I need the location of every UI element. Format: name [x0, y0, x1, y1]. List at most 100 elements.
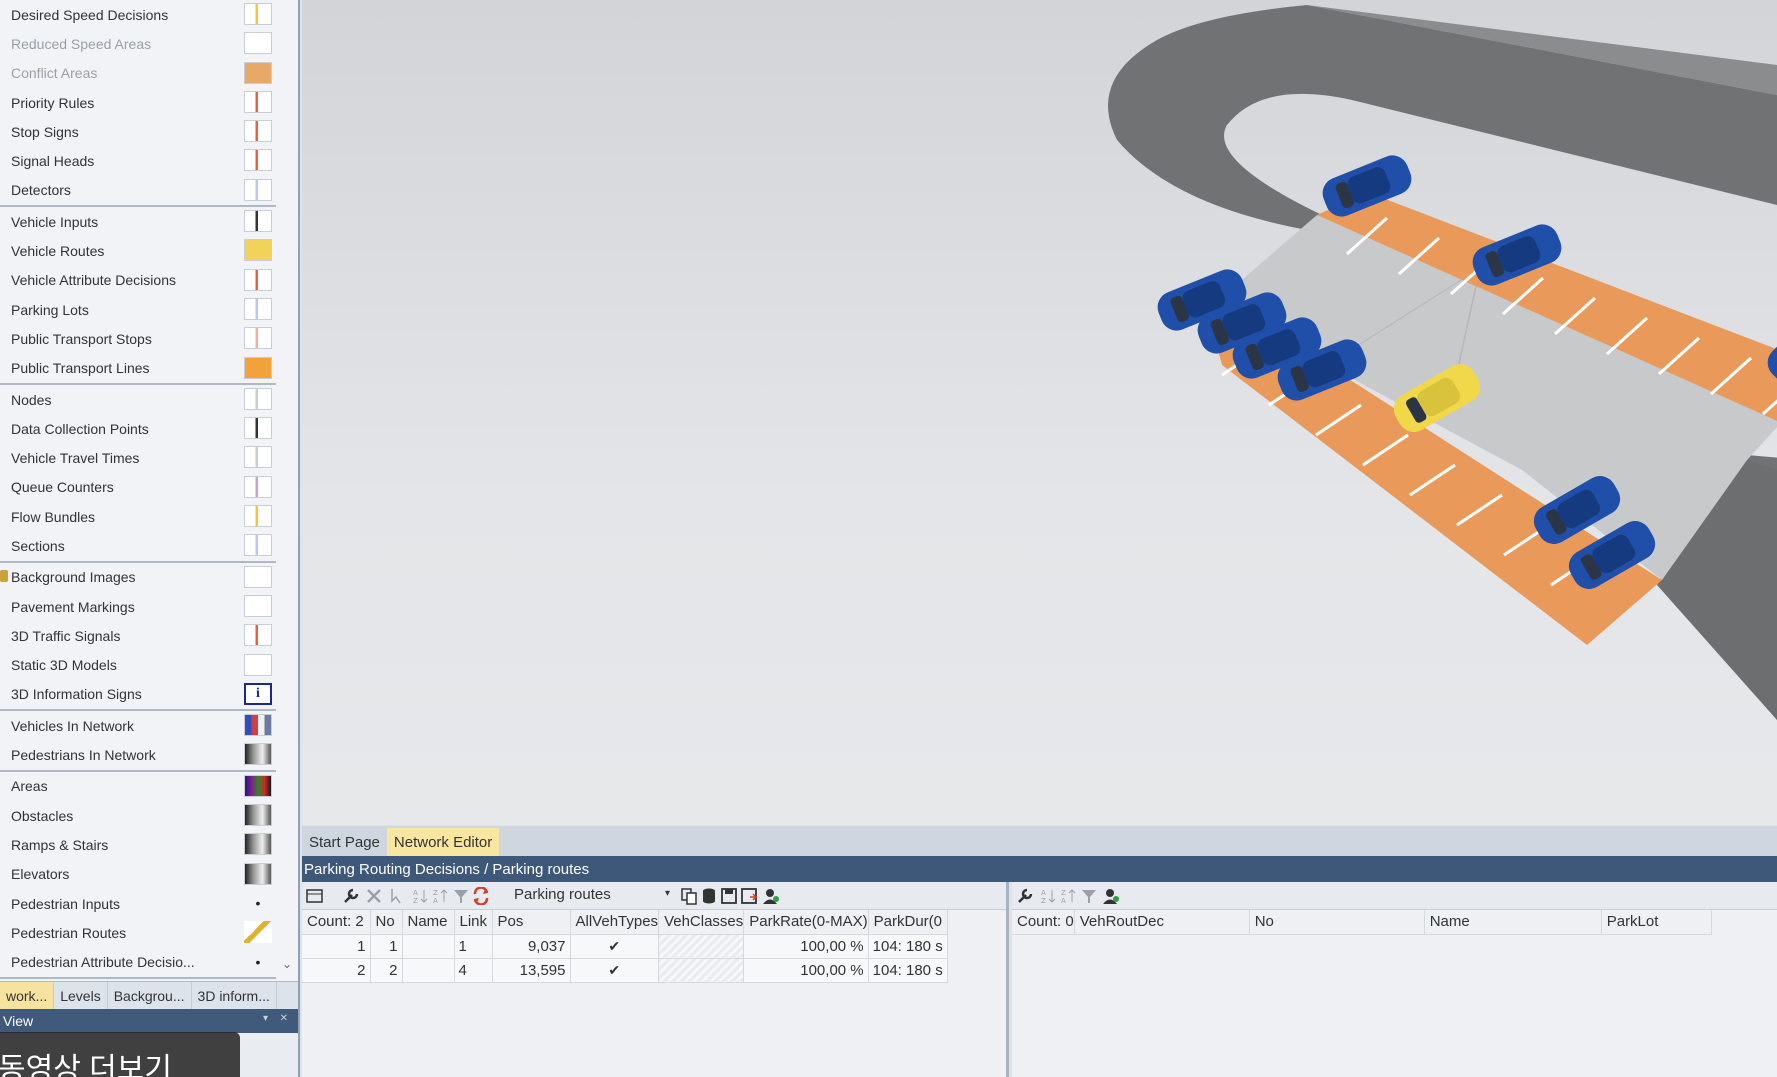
pin-icon[interactable]: ▾	[263, 1013, 268, 1024]
column-header[interactable]: Name	[402, 910, 455, 935]
color-swatch[interactable]	[244, 178, 272, 201]
wrench-icon[interactable]	[342, 887, 360, 905]
table-cell[interactable]: 1	[370, 934, 403, 959]
list-item[interactable]: Parking Lots	[0, 295, 276, 324]
list-item[interactable]: Flow Bundles	[0, 502, 276, 531]
color-swatch[interactable]	[244, 774, 272, 797]
sort-ascending-icon[interactable]: AZ	[1040, 887, 1058, 905]
column-header[interactable]: Count: 0	[1012, 910, 1075, 935]
column-header[interactable]: No	[1249, 910, 1425, 935]
list-item[interactable]: Public Transport Lines	[0, 354, 276, 383]
list-item[interactable]: Sections	[0, 531, 276, 560]
column-header[interactable]: Pos	[492, 910, 571, 935]
list-item[interactable]: Vehicle Travel Times	[0, 443, 276, 472]
table-cell[interactable]: ✔	[570, 934, 660, 959]
tab-network-editor[interactable]: Network Editor	[386, 828, 500, 856]
table-cell[interactable]: 100,00 %	[743, 934, 869, 959]
dot-icon[interactable]: •	[244, 951, 272, 973]
3d-scene[interactable]	[302, 0, 1777, 825]
sort-descending-icon[interactable]: ZA	[432, 887, 450, 905]
list-item[interactable]: Public Transport Stops	[0, 324, 276, 353]
color-swatch[interactable]	[244, 3, 272, 25]
table-cell[interactable]: 2	[302, 958, 371, 983]
list-item[interactable]: Vehicle Routes	[0, 236, 276, 265]
color-swatch[interactable]	[244, 594, 272, 617]
list-item[interactable]: Pedestrian Attribute Decisio... •	[0, 948, 276, 977]
color-swatch[interactable]	[244, 387, 272, 410]
table-row[interactable]: 2 2 4 13,595 ✔ 100,00 % 104: 180 s	[302, 958, 948, 983]
list-item[interactable]: Nodes	[0, 385, 276, 414]
table-cell[interactable]: 9,037	[492, 934, 571, 959]
column-header[interactable]: Link	[454, 910, 493, 935]
color-swatch[interactable]	[244, 417, 272, 440]
list-item[interactable]: Background Images	[0, 563, 276, 592]
list-item[interactable]: Reduced Speed Areas	[0, 29, 276, 58]
table-cell[interactable]: ✔	[570, 958, 660, 983]
color-swatch[interactable]	[244, 653, 272, 676]
sort-descending-icon[interactable]: ZA	[1060, 887, 1078, 905]
column-header[interactable]: ParkRate(0-MAX)	[743, 910, 869, 935]
color-swatch[interactable]	[244, 714, 272, 737]
table-cell[interactable]	[402, 934, 455, 959]
table-cell[interactable]: 100,00 %	[743, 958, 869, 983]
list-item[interactable]: Pedestrian Inputs •	[0, 889, 276, 918]
table-cell[interactable]: 4	[454, 958, 493, 983]
list-item[interactable]: Obstacles	[0, 801, 276, 830]
column-header[interactable]: No	[370, 910, 403, 935]
table-cell[interactable]: 13,595	[492, 958, 571, 983]
list-item[interactable]: Static 3D Models	[0, 651, 276, 680]
list-item[interactable]: Pedestrian Routes	[0, 918, 276, 947]
database-icon[interactable]	[700, 887, 718, 905]
list-item[interactable]: Priority Rules	[0, 88, 276, 117]
list-item[interactable]: Detectors	[0, 176, 276, 205]
close-icon[interactable]: ✕	[280, 1013, 288, 1024]
info-icon[interactable]: i	[244, 682, 272, 705]
color-swatch[interactable]	[244, 32, 272, 55]
user-icon[interactable]	[762, 887, 780, 905]
color-swatch[interactable]	[244, 120, 272, 143]
color-swatch[interactable]	[244, 921, 272, 944]
select-icon[interactable]	[388, 887, 406, 905]
relation-select[interactable]: Parking routes ▾	[514, 886, 670, 906]
table-cell[interactable]	[658, 934, 745, 959]
color-swatch[interactable]	[244, 268, 272, 291]
left-tab[interactable]: work...	[0, 982, 55, 1010]
color-swatch[interactable]	[244, 833, 272, 856]
save-all-icon[interactable]	[740, 887, 758, 905]
sort-ascending-icon[interactable]: AZ	[412, 887, 430, 905]
list-item[interactable]: Vehicle Attribute Decisions	[0, 266, 276, 295]
color-swatch[interactable]	[244, 475, 272, 498]
table-cell[interactable]: 1	[302, 934, 371, 959]
color-swatch[interactable]	[244, 356, 272, 379]
column-header[interactable]: Name	[1424, 910, 1602, 935]
color-swatch[interactable]	[244, 61, 272, 84]
list-item[interactable]: Elevators	[0, 860, 276, 889]
network-editor-viewport[interactable]	[302, 0, 1777, 825]
list-item[interactable]: Conflict Areas	[0, 59, 276, 88]
save-icon[interactable]	[720, 887, 738, 905]
color-swatch[interactable]	[244, 239, 272, 262]
list-layout-icon[interactable]	[306, 887, 324, 905]
color-swatch[interactable]	[244, 327, 272, 350]
list-item[interactable]: Pavement Markings	[0, 592, 276, 621]
filter-icon[interactable]	[1080, 887, 1098, 905]
list-item[interactable]: Data Collection Points	[0, 414, 276, 443]
color-swatch[interactable]	[244, 90, 272, 113]
color-swatch[interactable]	[244, 210, 272, 233]
tab-start-page[interactable]: Start Page	[302, 828, 387, 856]
color-swatch[interactable]	[244, 297, 272, 320]
user-icon[interactable]	[1102, 887, 1120, 905]
left-tab[interactable]: Levels	[54, 982, 108, 1010]
list-item[interactable]: Areas	[0, 772, 276, 801]
list-item[interactable]: Stop Signs	[0, 117, 276, 146]
list-item[interactable]: 3D Information Signs i	[0, 680, 276, 709]
color-swatch[interactable]	[244, 149, 272, 172]
list-item[interactable]: 3D Traffic Signals	[0, 621, 276, 650]
column-header[interactable]: VehClasses	[658, 910, 745, 935]
list-item[interactable]: Vehicles In Network	[0, 711, 276, 740]
dot-icon[interactable]: •	[244, 892, 272, 914]
list-item[interactable]: Queue Counters	[0, 473, 276, 502]
sync-icon[interactable]	[472, 887, 490, 905]
table-cell[interactable]: 104: 180 s	[868, 958, 948, 983]
left-tab[interactable]: Backgrou...	[108, 982, 192, 1010]
